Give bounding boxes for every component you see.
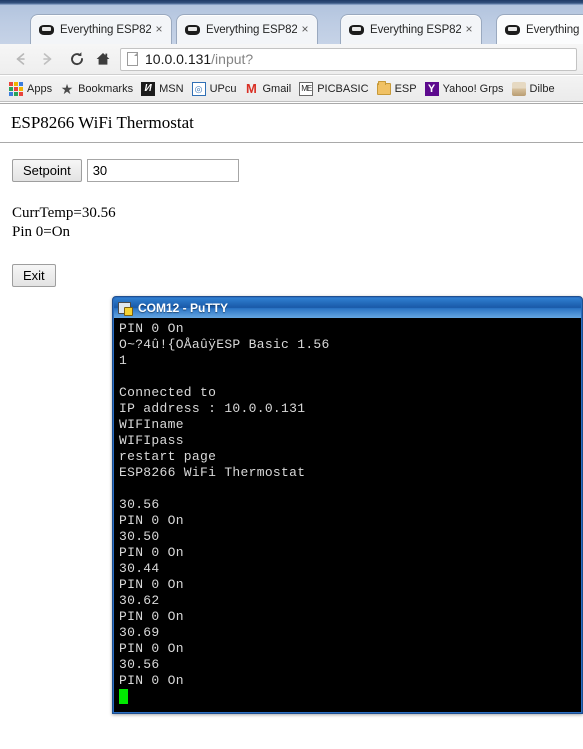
star-icon: ★ [60,80,74,97]
bookmarks-bar: Apps ★ Bookmarks И MSN ◎ UPcu M Gmail ME… [0,76,583,102]
bookmark-picbasic[interactable]: ME PICBASIC [296,79,373,99]
bookmark-label: Apps [27,82,53,95]
bookmark-gmail[interactable]: M Gmail [241,79,296,99]
bookmark-upcu[interactable]: ◎ UPcu [189,79,242,99]
block-cursor-icon [119,689,128,704]
terminal-line: PIN 0 On [119,513,184,528]
browser-tab-title: Everything ESP8266 - [60,23,151,36]
folder-icon [376,81,391,95]
terminal-line: 30.50 [119,529,160,544]
bookmark-apps[interactable]: Apps [6,79,57,99]
terminal-line: WIFIpass [119,433,184,448]
close-icon[interactable]: × [297,22,313,38]
bookmark-msn[interactable]: И MSN [138,79,188,99]
terminal-line: PIN 0 On [119,321,184,336]
close-icon[interactable]: × [461,22,477,38]
pin-state-line: Pin 0=On [12,224,71,240]
terminal-line: O~?4û!{OÅaûÿESP Basic 1.56 [119,337,330,352]
putty-window[interactable]: COM12 - PuTTY PIN 0 On O~?4û!{OÅaûÿESP Ba… [112,296,583,714]
esp8266-favicon-icon [38,23,55,37]
bookmark-label: UPcu [209,82,237,95]
apps-grid-icon [9,81,23,96]
reload-icon [71,52,83,65]
browser-tab-title: Everything [526,23,580,36]
current-temperature-line: CurrTemp=30.56 [12,205,116,221]
esp8266-favicon-icon [184,23,201,37]
yahoo-icon: Y [424,81,439,96]
setpoint-input[interactable] [86,159,239,182]
reload-button[interactable] [64,46,90,72]
terminal-line: 30.69 [119,625,160,640]
address-bar-path: /input? [211,51,254,67]
terminal-line: 30.56 [119,497,160,512]
forward-arrow-icon [43,53,52,65]
terminal-line: IP address : 10.0.0.131 [119,401,306,416]
terminal-line: 1 [119,353,128,368]
esp8266-favicon-icon [348,23,365,37]
esp8266-favicon-icon [504,23,521,37]
terminal-line: PIN 0 On [119,609,184,624]
browser-tab-title: Everything ESP8266 - [370,23,461,36]
browser-tabstrip: Everything ESP8266 - × Everything ESP826… [0,5,583,44]
bookmark-label: Dilbe [529,82,555,95]
close-icon[interactable]: × [151,22,167,38]
browser-navigation-bar: 10.0.0.131/input? [0,44,583,75]
browser-tab-1[interactable]: Everything ESP8266 - × [30,14,172,44]
address-bar-host: 10.0.0.131 [145,51,212,67]
back-arrow-icon [16,53,25,65]
terminal-line: 30.44 [119,561,160,576]
home-icon [96,53,110,65]
bookmark-label: Gmail [262,82,292,95]
exit-button[interactable]: Exit [12,264,56,287]
browser-tab-2[interactable]: Everything ESP8266 - × [176,14,318,44]
bookmark-label: PICBASIC [317,82,369,95]
terminal-line: WIFIname [119,417,184,432]
status-readout: CurrTemp=30.56 Pin 0=On [0,182,583,242]
bookmark-label: Bookmarks [78,82,134,95]
bookmark-label: Yahoo! Grps [442,82,504,95]
browser-tab-4[interactable]: Everything × [496,14,583,44]
picbasic-icon: ME [299,81,314,96]
page-title: ESP8266 WiFi Thermostat [11,113,194,132]
putty-app-icon [118,301,133,316]
address-bar-text: 10.0.0.131/input? [145,51,253,67]
page-icon [127,52,138,66]
screenshot-root: Everything ESP8266 - × Everything ESP826… [0,0,583,749]
terminal-line: Connected to [119,385,217,400]
exit-row: Exit [0,242,583,287]
browser-tab-3[interactable]: Everything ESP8266 - × [340,14,482,44]
address-bar[interactable]: 10.0.0.131/input? [120,47,577,71]
terminal-line: ESP8266 WiFi Thermostat [119,465,306,480]
bookmark-dilbert[interactable]: Dilbe [509,79,560,99]
setpoint-button[interactable]: Setpoint [12,159,82,182]
putty-titlebar[interactable]: COM12 - PuTTY [114,298,581,318]
terminal-line: 30.62 [119,593,160,608]
terminal-output[interactable]: PIN 0 On O~?4û!{OÅaûÿESP Basic 1.56 1 Conn… [114,318,581,712]
bookmark-bookmarks[interactable]: ★ Bookmarks [57,79,138,99]
forward-button[interactable] [34,46,60,72]
home-button[interactable] [90,46,116,72]
upcu-icon: ◎ [191,81,206,96]
bookmark-esp-folder[interactable]: ESP [374,79,422,99]
terminal-line: 30.56 [119,657,160,672]
setpoint-form: Setpoint [0,143,583,182]
putty-window-title: COM12 - PuTTY [138,301,229,315]
terminal-line: PIN 0 On [119,545,184,560]
back-button[interactable] [8,46,34,72]
terminal-cursor-line [119,689,581,705]
msn-icon: И [141,81,156,96]
bookmark-label: MSN [159,82,184,95]
terminal-line: PIN 0 On [119,577,184,592]
browser-tab-title: Everything ESP8266 - [206,23,297,36]
terminal-line: restart page [119,449,217,464]
bookmark-label: ESP [394,82,417,95]
dilbert-icon [511,81,526,96]
gmail-icon: M [246,80,257,96]
terminal-line: PIN 0 On [119,641,184,656]
bookmark-yahoo-groups[interactable]: Y Yahoo! Grps [422,79,509,99]
terminal-line: PIN 0 On [119,673,184,688]
